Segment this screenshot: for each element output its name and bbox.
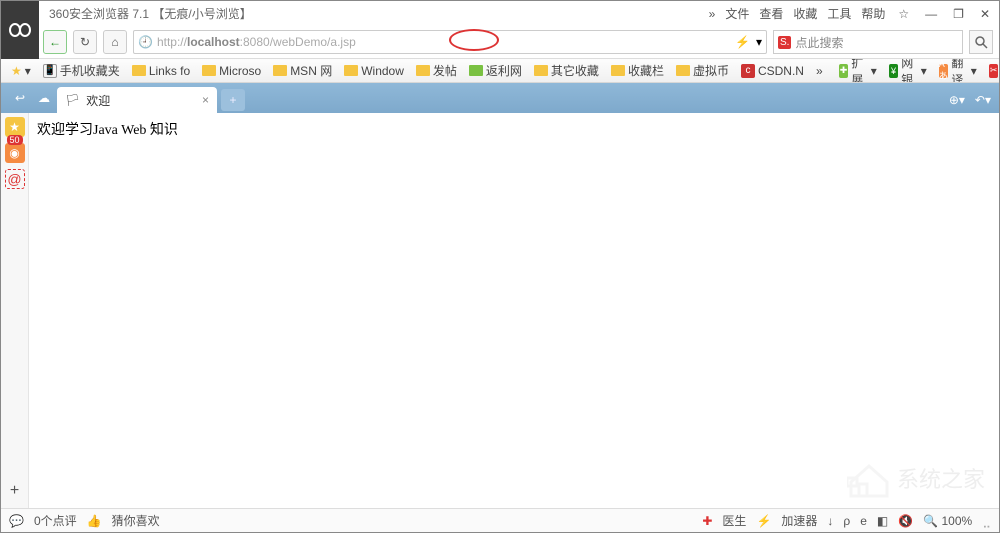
sidebar-favorites-icon[interactable]: ★	[5, 117, 25, 137]
search-placeholder: 点此搜索	[795, 34, 843, 51]
status-download-icon[interactable]: ↓	[827, 514, 833, 528]
left-sidebar: ★ 50 ◉ @ +	[1, 113, 29, 508]
url-dropdown-icon[interactable]: ▾	[756, 35, 762, 49]
cloud-tabs-icon[interactable]: ☁	[33, 87, 55, 109]
sidebar-add-button[interactable]: +	[10, 482, 19, 500]
status-guess-icon[interactable]: 👍	[87, 514, 102, 528]
status-e-icon[interactable]: e	[860, 514, 867, 528]
tab-add-panel-icon[interactable]: ⊕▾	[949, 93, 965, 107]
bookmark-window[interactable]: Window	[340, 64, 408, 78]
tab-active[interactable]: 🏳 欢迎 ×	[57, 87, 217, 113]
sidebar-weibo-icon[interactable]: 50 ◉	[5, 143, 25, 163]
bookmark-other[interactable]: 其它收藏	[530, 62, 603, 79]
tab-favicon: 🏳	[65, 93, 80, 107]
status-zoom[interactable]: 🔍 100%	[923, 514, 972, 528]
bookmark-star[interactable]: ★▾	[7, 64, 35, 78]
status-doctor-icon[interactable]: ✚	[702, 514, 712, 528]
status-accelerator[interactable]: 加速器	[781, 512, 817, 529]
nav-bar: ← ↻ ⌂ 🕘 http://localhost:8080/webDemo/a.…	[1, 26, 999, 59]
ext-fanyi[interactable]: Aあ翻译▾	[935, 59, 981, 83]
search-box[interactable]: S. 点此搜索	[773, 30, 963, 54]
search-engine-icon[interactable]: S.	[778, 36, 791, 49]
forward-button[interactable]: ↻	[73, 30, 97, 54]
status-accel-icon[interactable]: ⚡	[756, 514, 771, 528]
title-bar: 360安全浏览器 7.1 【无痕/小号浏览】 » 文件 查看 收藏 工具 帮助 …	[1, 1, 999, 26]
bookmark-crypto[interactable]: 虚拟币	[672, 62, 733, 79]
status-bar: 💬 0个点评 👍 猜你喜欢 ✚ 医生 ⚡ 加速器 ↓ ρ e ◧ 🔇 🔍 100…	[1, 508, 999, 532]
restore-tabs-icon[interactable]: ↩	[9, 87, 31, 109]
page-viewport: 欢迎学习Java Web 知识 系统之家	[29, 113, 999, 508]
close-button[interactable]: ✕	[977, 7, 993, 21]
menu-fav[interactable]: 收藏	[793, 5, 817, 22]
window-title: 360安全浏览器 7.1 【无痕/小号浏览】	[49, 5, 252, 22]
sidebar-at-icon[interactable]: @	[5, 169, 25, 189]
ext-wangyin[interactable]: ¥网银▾	[885, 59, 931, 83]
status-p-icon[interactable]: ρ	[843, 514, 850, 528]
status-mute-icon[interactable]: 🔇	[898, 514, 913, 528]
search-button[interactable]	[969, 30, 993, 54]
bookmark-bar: ★▾ 📱手机收藏夹 Links fo Microso MSN 网 Window …	[1, 59, 999, 83]
status-resize-grip[interactable]: ⣀	[982, 514, 991, 528]
watermark: 系统之家	[847, 458, 985, 498]
minimize-button[interactable]: —	[922, 7, 940, 21]
bookmark-microso[interactable]: Microso	[198, 64, 265, 78]
ext-extensions[interactable]: ✚扩展▾	[835, 59, 881, 83]
bookmark-links[interactable]: Links fo	[128, 64, 194, 78]
menu-separator: »	[709, 7, 716, 21]
tab-close-icon[interactable]: ×	[202, 93, 209, 107]
home-button[interactable]: ⌂	[103, 30, 127, 54]
tab-strip: ↩ ☁ 🏳 欢迎 × + ⊕▾ ↶▾	[1, 83, 999, 113]
status-comments[interactable]: 0个点评	[34, 512, 77, 529]
tray-icon[interactable]: ☆	[895, 7, 912, 21]
menu-tools[interactable]: 工具	[827, 5, 851, 22]
address-bar[interactable]: 🕘 http://localhost:8080/webDemo/a.jsp ⚡ …	[133, 30, 767, 54]
flash-icon[interactable]: ⚡	[735, 35, 750, 49]
app-logo	[1, 1, 39, 59]
menu-view[interactable]: 查看	[759, 5, 783, 22]
maximize-button[interactable]: ❐	[950, 7, 967, 21]
status-split-icon[interactable]: ◧	[877, 514, 888, 528]
status-guess[interactable]: 猜你喜欢	[112, 512, 160, 529]
ext-jietu[interactable]: ✂截图▾	[985, 59, 999, 83]
bookmark-fatie[interactable]: 发帖	[412, 62, 461, 79]
menu-file[interactable]: 文件	[725, 5, 749, 22]
status-comments-icon[interactable]: 💬	[9, 514, 24, 528]
bookmark-fanli[interactable]: 返利网	[465, 62, 526, 79]
bookmark-mobile[interactable]: 📱手机收藏夹	[39, 62, 124, 79]
bookmark-msn[interactable]: MSN 网	[269, 62, 336, 79]
back-button[interactable]: ←	[43, 30, 67, 54]
tab-undo-close-icon[interactable]: ↶▾	[975, 93, 991, 107]
highlight-annotation	[449, 29, 499, 51]
menu-help[interactable]: 帮助	[861, 5, 885, 22]
url-text: http://localhost:8080/webDemo/a.jsp	[157, 35, 356, 49]
status-doctor[interactable]: 医生	[722, 512, 746, 529]
bookmark-more[interactable]: »	[812, 64, 827, 78]
bookmark-favbar[interactable]: 收藏栏	[607, 62, 668, 79]
weibo-badge: 50	[7, 135, 23, 145]
tab-title: 欢迎	[86, 92, 110, 109]
new-tab-button[interactable]: +	[221, 89, 245, 111]
page-content: 欢迎学习Java Web 知识	[37, 119, 991, 139]
site-info-icon[interactable]: 🕘	[138, 35, 153, 49]
bookmark-csdn[interactable]: cCSDN.N	[737, 64, 808, 78]
